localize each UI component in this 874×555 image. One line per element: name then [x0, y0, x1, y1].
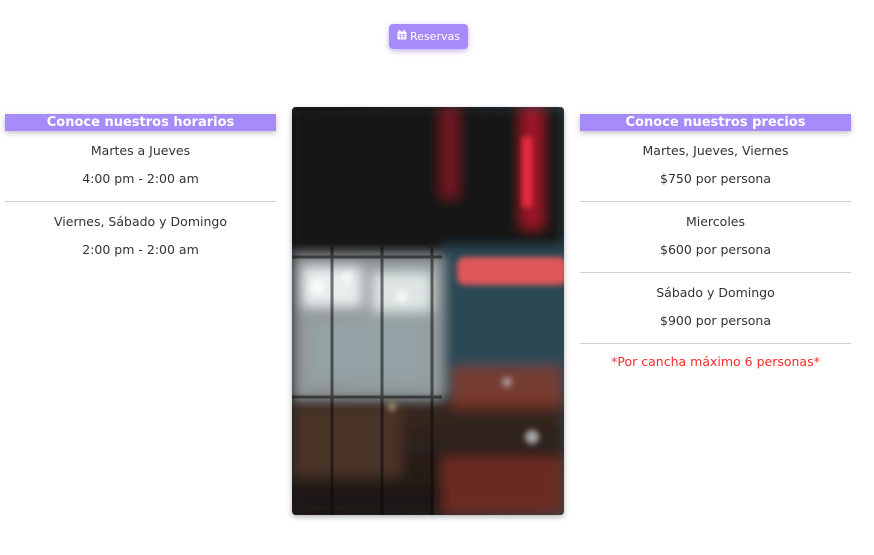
schedule-hours: 4:00 pm - 2:00 am	[82, 171, 199, 186]
price-block: Sábado y Domingo $900 por persona	[580, 273, 851, 344]
schedule-days: Martes a Jueves	[90, 143, 191, 158]
prices-title: Conoce nuestros precios	[580, 114, 851, 131]
price-amount: $900 por persona	[660, 313, 771, 328]
restaurant-photo	[292, 107, 564, 515]
capacity-note: *Por cancha máximo 6 personas*	[611, 354, 820, 369]
schedule-section: Conoce nuestros horarios Martes a Jueves…	[5, 114, 276, 272]
schedule-block: Viernes, Sábado y Domingo 2:00 pm - 2:00…	[5, 202, 276, 272]
schedule-title: Conoce nuestros horarios	[5, 114, 276, 131]
price-amount: $750 por persona	[660, 171, 771, 186]
price-days: Miercoles	[685, 214, 745, 229]
reservas-label: Reservas	[410, 30, 460, 43]
price-days: Sábado y Domingo	[656, 285, 775, 300]
price-block: Martes, Jueves, Viernes $750 por persona	[580, 131, 851, 202]
price-days: Martes, Jueves, Viernes	[642, 143, 789, 158]
calendar-icon	[397, 30, 407, 43]
prices-section: Conoce nuestros precios Martes, Jueves, …	[580, 114, 851, 369]
schedule-days: Viernes, Sábado y Domingo	[54, 214, 227, 229]
reservas-button[interactable]: Reservas	[389, 24, 468, 49]
price-amount: $600 por persona	[660, 242, 771, 257]
price-block: Miercoles $600 por persona	[580, 202, 851, 273]
schedule-block: Martes a Jueves 4:00 pm - 2:00 am	[5, 131, 276, 202]
schedule-hours: 2:00 pm - 2:00 am	[82, 242, 199, 257]
